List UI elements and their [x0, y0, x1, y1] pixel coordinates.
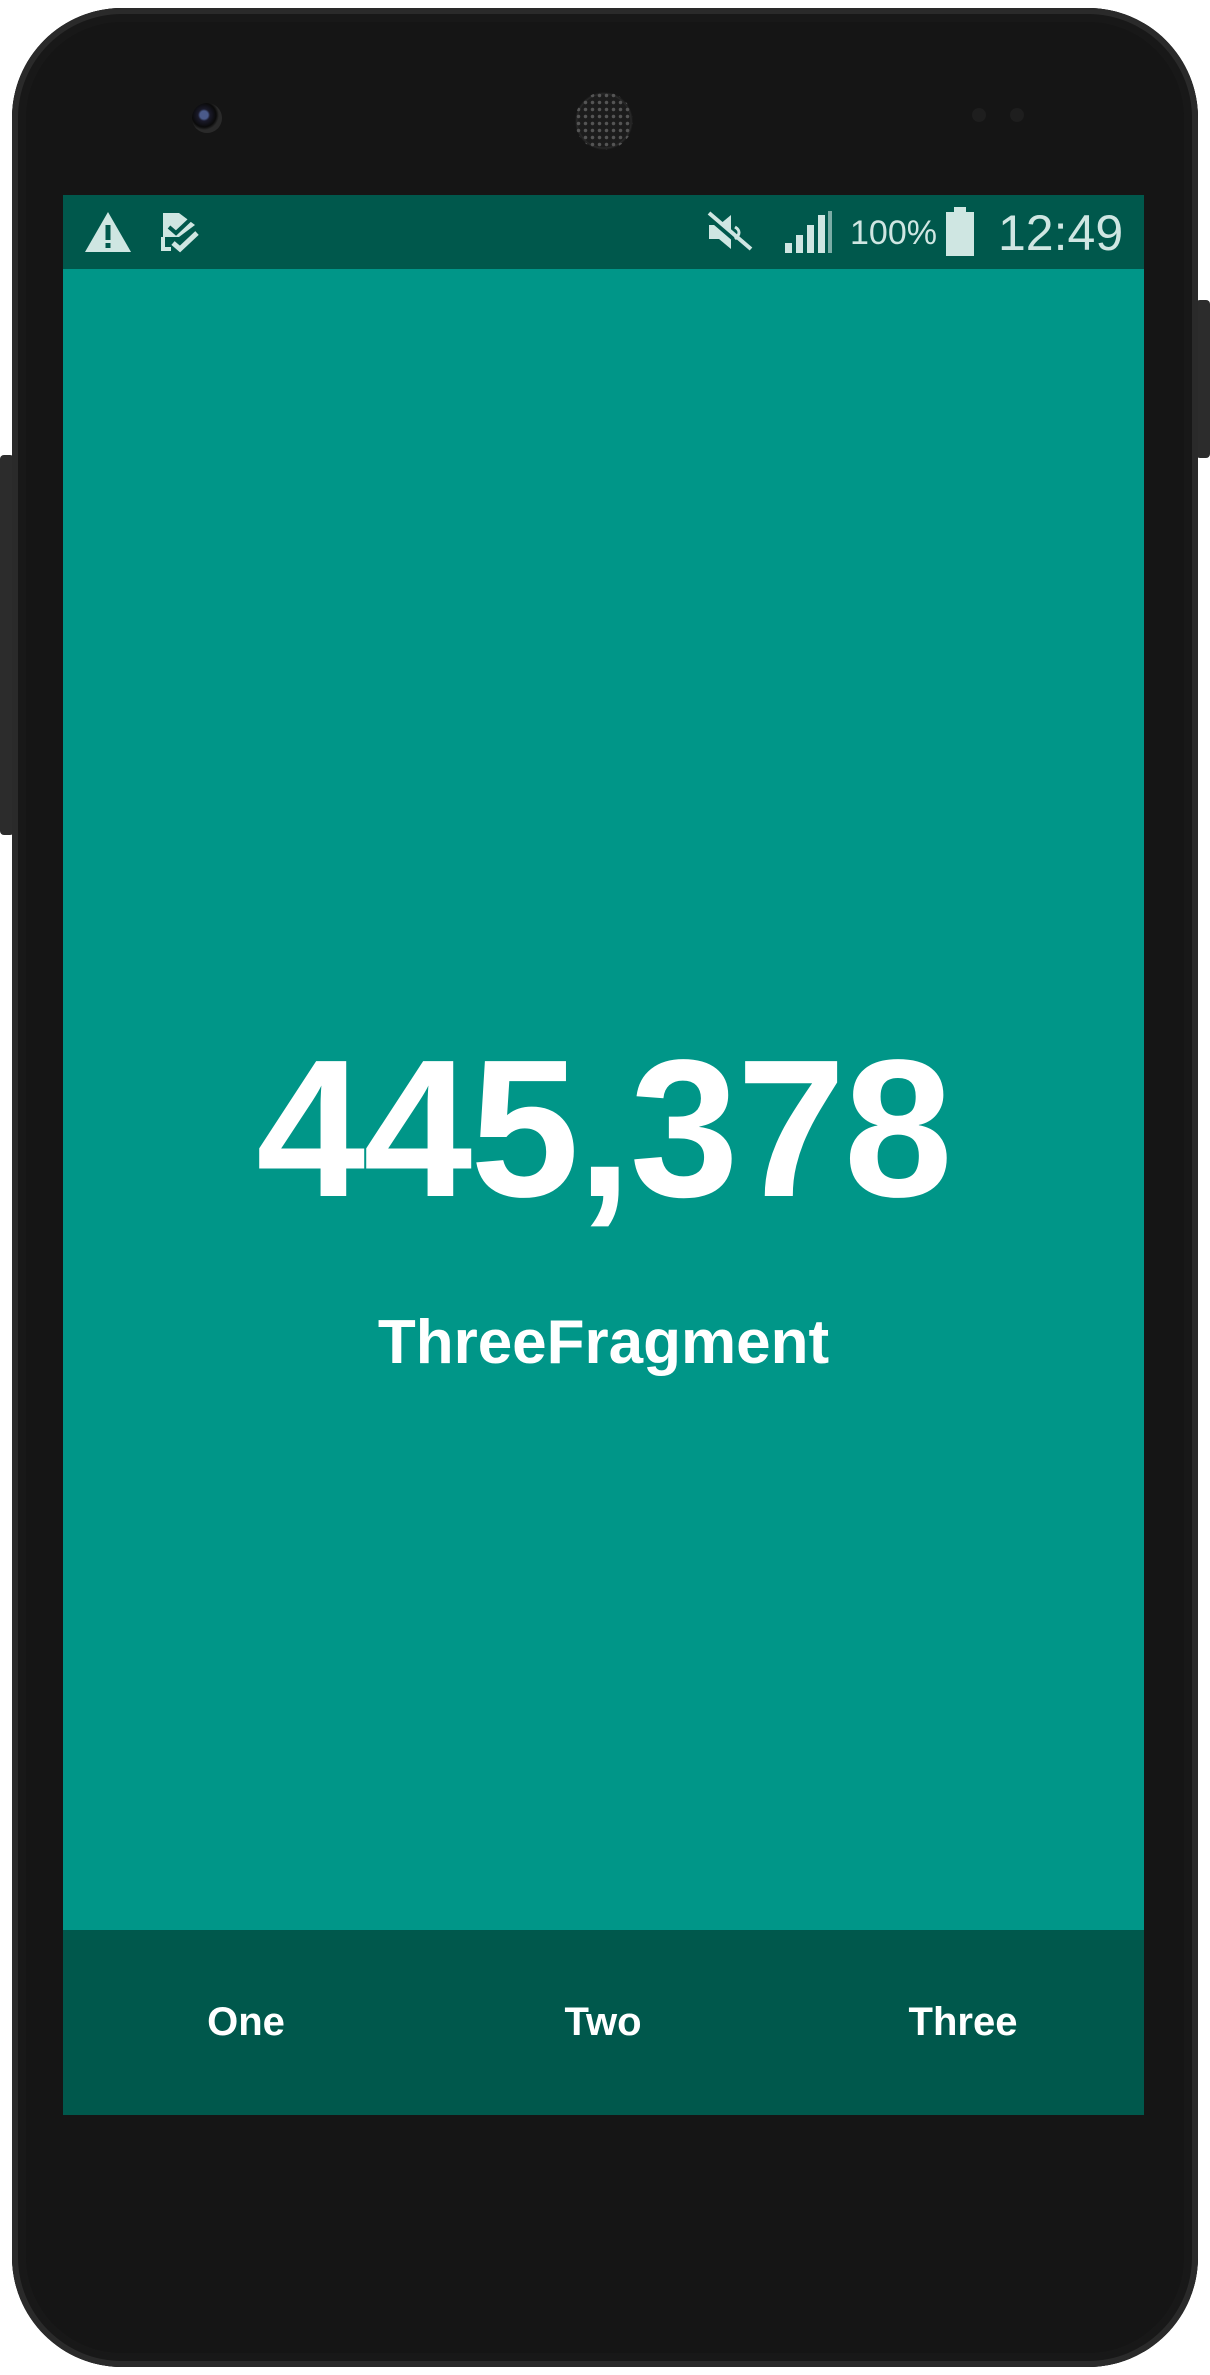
battery-percent: 100% [850, 214, 937, 252]
front-camera-icon [192, 103, 222, 133]
battery-icon [945, 207, 975, 256]
clock: 12:49 [998, 205, 1124, 261]
fragment-label: ThreeFragment [377, 1308, 830, 1377]
screen: 100% 12:49 445,378 ThreeFragment One Two… [63, 195, 1144, 2115]
proximity-sensor-icon [972, 108, 986, 122]
power-button[interactable] [1196, 300, 1210, 458]
page: 100% 12:49 445,378 ThreeFragment One Two… [0, 0, 1210, 2375]
signal-icon [783, 209, 835, 255]
tab-one[interactable]: One [126, 1930, 366, 2115]
fragment-content: 445,378 ThreeFragment [63, 269, 1144, 1930]
warning-icon [83, 209, 133, 255]
task-check-icon [159, 209, 201, 255]
tab-three[interactable]: Three [843, 1930, 1083, 2115]
light-sensor-icon [1010, 108, 1024, 122]
earpiece-speaker-icon [575, 92, 633, 150]
mute-icon [703, 209, 755, 255]
tab-two[interactable]: Two [483, 1930, 723, 2115]
status-bar: 100% 12:49 [63, 195, 1144, 269]
bottom-navigation: One Two Three [63, 1930, 1144, 2115]
counter-value: 445,378 [256, 1019, 953, 1238]
